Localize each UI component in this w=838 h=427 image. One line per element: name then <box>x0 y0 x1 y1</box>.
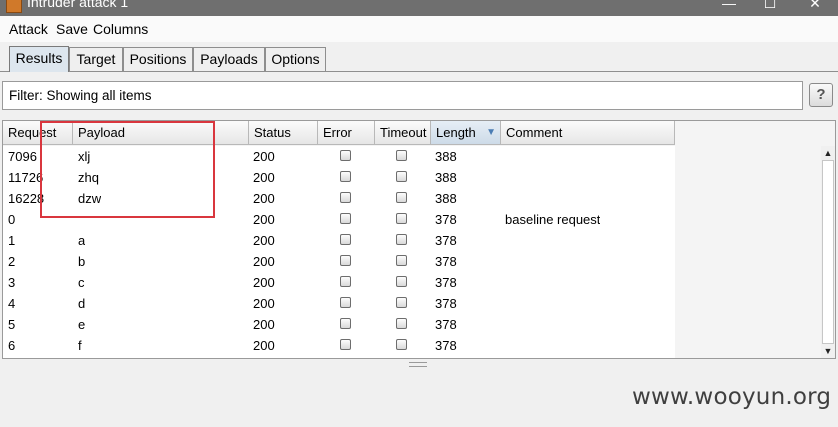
status-cell: 200 <box>253 191 275 206</box>
column-header-error[interactable]: Error <box>318 121 375 145</box>
status-cell: 200 <box>253 149 275 164</box>
table-row[interactable]: 5 e 200 378 <box>3 314 675 335</box>
minimize-button[interactable]: — <box>706 0 752 15</box>
menu-attack[interactable]: Attack <box>9 21 48 37</box>
request-cell: 0 <box>8 212 16 227</box>
help-button[interactable]: ? <box>809 83 833 107</box>
error-checkbox[interactable] <box>340 213 351 224</box>
scroll-up-icon[interactable]: ▲ <box>821 146 835 160</box>
status-cell: 200 <box>253 338 275 353</box>
close-button[interactable]: ✕ <box>792 0 838 15</box>
error-checkbox[interactable] <box>340 255 351 266</box>
request-cell: 4 <box>8 296 16 311</box>
status-cell: 200 <box>253 317 275 332</box>
tab-positions[interactable]: Positions <box>123 47 193 71</box>
status-cell: 200 <box>253 275 275 290</box>
payload-cell: b <box>78 254 86 269</box>
error-checkbox[interactable] <box>340 171 351 182</box>
error-checkbox[interactable] <box>340 192 351 203</box>
timeout-checkbox[interactable] <box>396 192 407 203</box>
menu-bar: Attack Save Columns <box>0 16 838 42</box>
column-header-length[interactable]: Length ▼ <box>431 121 501 145</box>
vertical-scrollbar[interactable]: ▲ ▼ <box>821 146 835 358</box>
timeout-checkbox[interactable] <box>396 150 407 161</box>
payload-cell: a <box>78 233 86 248</box>
length-cell: 378 <box>435 233 457 248</box>
window-title: Intruder attack 1 <box>27 0 129 10</box>
column-header-timeout[interactable]: Timeout <box>375 121 431 145</box>
timeout-checkbox[interactable] <box>396 255 407 266</box>
error-checkbox[interactable] <box>340 234 351 245</box>
timeout-checkbox[interactable] <box>396 297 407 308</box>
column-header-status[interactable]: Status <box>249 121 318 145</box>
app-icon <box>6 0 22 13</box>
scroll-down-icon[interactable]: ▼ <box>821 344 835 358</box>
table-row[interactable]: 3 c 200 378 <box>3 272 675 293</box>
payload-cell: c <box>78 275 85 290</box>
timeout-checkbox[interactable] <box>396 171 407 182</box>
length-cell: 378 <box>435 317 457 332</box>
title-bar: Intruder attack 1 — ☐ ✕ <box>0 0 838 16</box>
highlight-box <box>40 121 215 218</box>
length-cell: 378 <box>435 275 457 290</box>
payload-cell: f <box>78 338 82 353</box>
error-checkbox[interactable] <box>340 318 351 329</box>
length-cell: 378 <box>435 338 457 353</box>
tab-results[interactable]: Results <box>9 46 69 72</box>
request-cell: 16228 <box>8 191 45 206</box>
request-cell: 3 <box>8 275 16 290</box>
request-cell: 7096 <box>8 149 37 164</box>
payload-cell: e <box>78 317 86 332</box>
status-cell: 200 <box>253 254 275 269</box>
column-header-length-label: Length <box>436 125 476 140</box>
length-cell: 388 <box>435 149 457 164</box>
tab-target[interactable]: Target <box>69 47 123 71</box>
table-row[interactable]: 6 f 200 378 <box>3 335 675 356</box>
timeout-checkbox[interactable] <box>396 318 407 329</box>
payload-cell: d <box>78 296 86 311</box>
length-cell: 378 <box>435 296 457 311</box>
error-checkbox[interactable] <box>340 339 351 350</box>
timeout-checkbox[interactable] <box>396 234 407 245</box>
status-cell: 200 <box>253 170 275 185</box>
error-checkbox[interactable] <box>340 276 351 287</box>
table-row[interactable]: 1 a 200 378 <box>3 230 675 251</box>
status-cell: 200 <box>253 212 275 227</box>
sort-descending-icon: ▼ <box>486 127 496 138</box>
watermark: www.wooyun.org <box>632 384 832 410</box>
status-cell: 200 <box>253 233 275 248</box>
request-cell: 11726 <box>8 170 44 185</box>
timeout-checkbox[interactable] <box>396 213 407 224</box>
length-cell: 378 <box>435 212 457 227</box>
timeout-checkbox[interactable] <box>396 276 407 287</box>
tab-payloads[interactable]: Payloads <box>193 47 265 71</box>
tab-strip: Results Target Positions Payloads Option… <box>0 44 838 72</box>
table-row[interactable]: 4 d 200 378 <box>3 293 675 314</box>
filter-bar[interactable]: Filter: Showing all items <box>2 81 803 110</box>
request-cell: 5 <box>8 317 16 332</box>
table-row[interactable]: 2 b 200 378 <box>3 251 675 272</box>
filter-text: Filter: Showing all items <box>9 88 152 103</box>
scroll-thumb[interactable] <box>822 160 834 344</box>
splitter-grip[interactable] <box>409 362 427 367</box>
error-checkbox[interactable] <box>340 297 351 308</box>
timeout-checkbox[interactable] <box>396 339 407 350</box>
request-cell: 6 <box>8 338 16 353</box>
length-cell: 388 <box>435 191 457 206</box>
maximize-button[interactable]: ☐ <box>747 0 793 15</box>
request-cell: 2 <box>8 254 16 269</box>
length-cell: 388 <box>435 170 457 185</box>
menu-columns[interactable]: Columns <box>93 21 148 37</box>
error-checkbox[interactable] <box>340 150 351 161</box>
comment-cell: baseline request <box>505 212 601 227</box>
column-header-comment[interactable]: Comment <box>501 121 675 145</box>
menu-save[interactable]: Save <box>56 21 88 37</box>
status-cell: 200 <box>253 296 275 311</box>
length-cell: 378 <box>435 254 457 269</box>
tab-options[interactable]: Options <box>265 47 326 71</box>
request-cell: 1 <box>8 233 16 248</box>
